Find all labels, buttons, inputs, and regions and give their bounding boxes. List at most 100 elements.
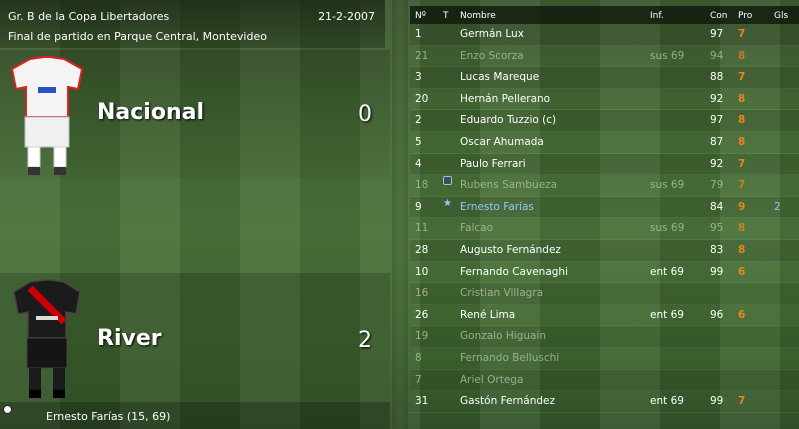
player-rating: 7	[738, 71, 746, 84]
player-rating: 8	[738, 92, 746, 105]
player-name: Rubens Sambueza	[460, 179, 558, 192]
table-row[interactable]: 20 Hernán Pellerano 92 8	[410, 89, 799, 111]
header-pro[interactable]: Pro	[738, 11, 752, 21]
scorers-text: Ernesto Farías (15, 69)	[46, 410, 171, 423]
player-rating: 8	[738, 135, 746, 148]
player-number: 31	[415, 395, 429, 408]
player-rating: 8	[738, 222, 746, 235]
table-row[interactable]: 3 Lucas Mareque 88 7	[410, 67, 799, 89]
table-row[interactable]: 2 Eduardo Tuzzio (c) 97 8	[410, 110, 799, 132]
player-rating: 7	[738, 28, 746, 40]
header-number[interactable]: Nº	[415, 11, 426, 21]
star-icon: ★	[443, 197, 452, 209]
player-number: 11	[415, 222, 429, 235]
player-name: Falcao	[460, 222, 494, 235]
player-goals: 2	[774, 200, 781, 213]
player-condition: 83	[710, 243, 724, 256]
player-number: 8	[415, 351, 422, 364]
player-number: 2	[415, 114, 422, 127]
player-number: 26	[415, 308, 429, 321]
header-con[interactable]: Con	[710, 11, 728, 21]
table-row[interactable]: 31 Gastón Fernández ent 69 99 7	[410, 391, 799, 413]
player-name: Gastón Fernández	[460, 395, 556, 408]
player-table: Nº T Nombre Inf. Con Pro Gls 1 Germán Lux…	[410, 6, 799, 413]
player-name: Germán Lux	[460, 28, 524, 40]
match-date: 21-2-2007	[318, 10, 375, 23]
table-row[interactable]: 28 Augusto Fernández 83 8	[410, 239, 799, 262]
player-number: 21	[415, 49, 429, 62]
match-summary-panel: Gr. B de la Copa Libertadores 21-2-2007 …	[0, 0, 392, 429]
table-row[interactable]: 4 Paulo Ferrari 92 7	[410, 153, 799, 176]
header-name[interactable]: Nombre	[460, 11, 496, 21]
table-row[interactable]: 5 Oscar Ahumada 87 8	[410, 132, 799, 154]
away-kit-icon	[13, 279, 81, 398]
player-name: Paulo Ferrari	[460, 157, 526, 170]
header-inf[interactable]: Inf.	[650, 11, 664, 21]
table-body: 1 Germán Lux 97 7 21 Enzo Scorza sus 69 94 8 3L…	[410, 24, 799, 413]
player-number: 18	[415, 179, 429, 192]
table-row[interactable]: 1 Germán Lux 97 7	[410, 24, 799, 46]
player-condition: 94	[710, 49, 724, 62]
player-name: Fernando Belluschi	[460, 351, 560, 364]
player-number: 28	[415, 243, 429, 256]
player-rating: 7	[738, 179, 746, 192]
home-team-score: 0	[358, 102, 372, 127]
away-team-score: 2	[358, 328, 372, 353]
table-row[interactable]: 10 Fernando Cavenaghi ent 69 99 6	[410, 262, 799, 284]
player-name: René Lima	[460, 308, 516, 321]
player-condition: 99	[710, 395, 724, 408]
table-row[interactable]: 19 Gonzalo Higuaín	[410, 326, 799, 348]
player-condition: 99	[710, 265, 724, 278]
player-rating: 6	[738, 308, 746, 321]
player-name: Lucas Mareque	[460, 71, 540, 84]
player-condition: 95	[710, 222, 724, 235]
player-number: 5	[415, 135, 422, 148]
player-rating: 7	[738, 157, 746, 170]
table-row[interactable]: 9 ★ Ernesto Farías 84 9 2	[410, 196, 799, 219]
player-name: Enzo Scorza	[460, 49, 524, 62]
player-info: ent 69	[650, 308, 684, 321]
panel-divider	[392, 0, 408, 429]
table-row[interactable]: 26 René Lima ent 69 96 6	[410, 305, 799, 327]
substitution-icon	[443, 176, 452, 186]
player-rating: 8	[738, 114, 746, 127]
table-row[interactable]: 18 Rubens Sambueza sus 69 79 7	[410, 175, 799, 197]
player-condition: 97	[710, 114, 724, 127]
player-name: Oscar Ahumada	[460, 135, 544, 148]
player-number: 19	[415, 330, 429, 343]
player-info: sus 69	[650, 179, 685, 192]
table-row[interactable]: 16 Cristian Villagra	[410, 283, 799, 305]
venue-label: Final de partido en Parque Central, Mont…	[8, 30, 267, 43]
player-condition: 84	[710, 200, 724, 213]
player-info: sus 69	[650, 49, 685, 62]
table-row[interactable]: 7 Ariel Ortega	[410, 369, 799, 392]
player-number: 4	[415, 157, 422, 170]
player-condition: 92	[710, 92, 724, 105]
home-kit-icon	[10, 56, 84, 175]
table-row[interactable]: 11 Falcao sus 69 95 8	[410, 218, 799, 240]
player-name: Gonzalo Higuaín	[460, 330, 546, 343]
home-team-name: Nacional	[97, 100, 205, 125]
table-row[interactable]: 21 Enzo Scorza sus 69 94 8	[410, 46, 799, 68]
away-team-name: River	[97, 326, 162, 351]
player-name: Augusto Fernández	[460, 243, 561, 256]
player-number: 1	[415, 28, 422, 40]
player-number: 20	[415, 92, 429, 105]
header-t[interactable]: T	[443, 11, 449, 21]
table-header: Nº T Nombre Inf. Con Pro Gls	[410, 6, 799, 24]
player-number: 16	[415, 287, 429, 300]
ball-icon	[3, 405, 12, 414]
player-rating: 7	[738, 395, 746, 408]
player-condition: 92	[710, 157, 724, 170]
player-rating: 8	[738, 49, 746, 62]
player-name: Hernán Pellerano	[460, 92, 551, 105]
header-gls[interactable]: Gls	[774, 11, 788, 21]
player-number: 10	[415, 265, 429, 278]
player-condition: 79	[710, 179, 724, 192]
player-ratings-panel: Nº T Nombre Inf. Con Pro Gls 1 Germán Lux…	[410, 0, 799, 429]
competition-label: Gr. B de la Copa Libertadores	[8, 10, 170, 23]
player-rating: 8	[738, 243, 746, 256]
player-name: Ariel Ortega	[460, 373, 524, 386]
player-condition: 97	[710, 28, 724, 40]
table-row[interactable]: 8 Fernando Belluschi	[410, 348, 799, 370]
